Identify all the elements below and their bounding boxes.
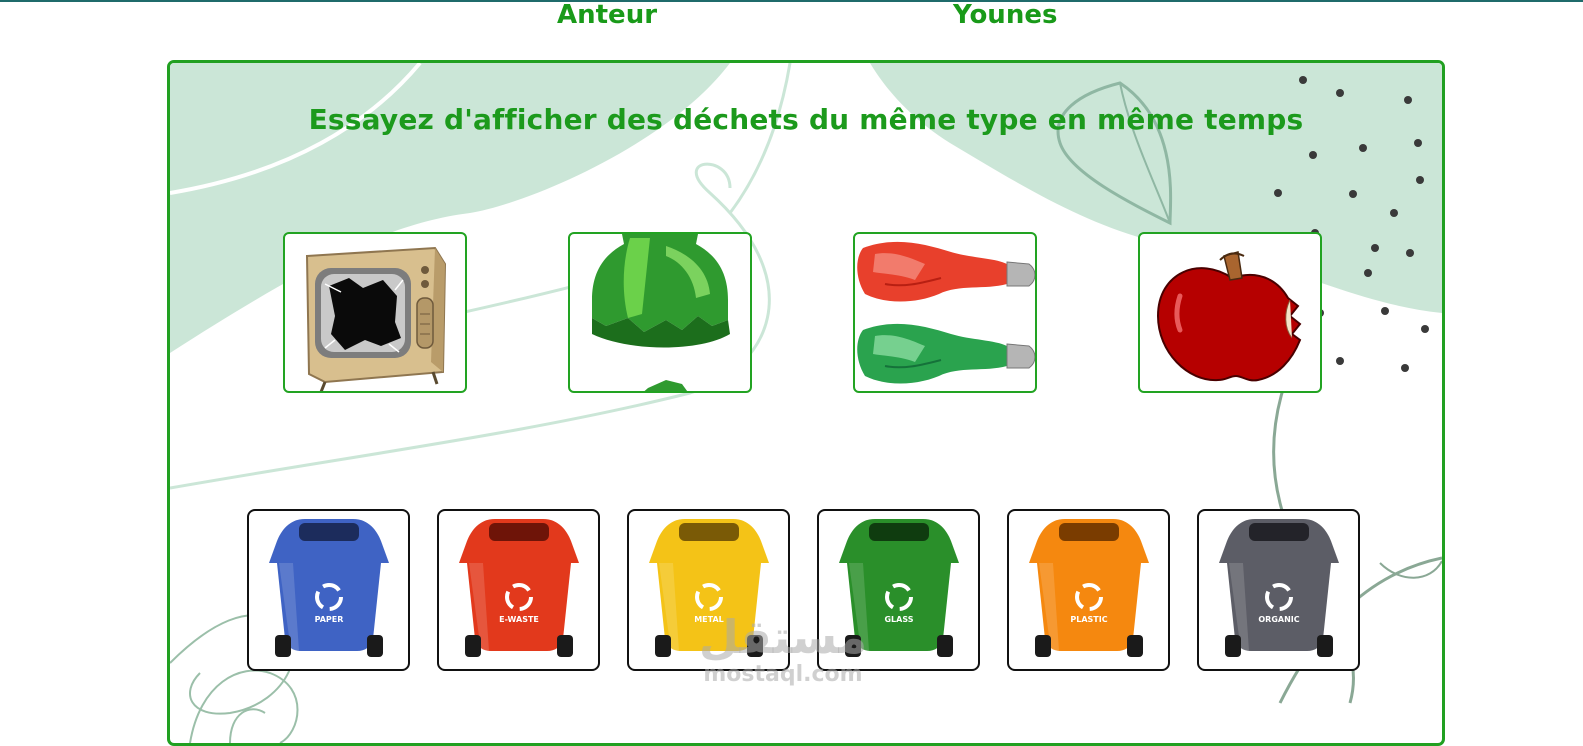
top-divider [0, 0, 1583, 2]
bin-e-waste[interactable]: E-WASTE [437, 509, 600, 671]
watermark: مستقل mostaql.com [688, 612, 878, 688]
bin-label: PAPER [315, 615, 344, 624]
broken-tv-image [305, 246, 447, 391]
waste-item-broken-tv[interactable] [283, 232, 467, 393]
bin-label: PLASTIC [1070, 615, 1107, 624]
bin-plastic[interactable]: PLASTIC [1007, 509, 1170, 671]
organic-bin-icon: ORGANIC [1219, 519, 1339, 657]
broken-bottle-image [592, 234, 730, 391]
author-name: Younes [953, 0, 1058, 30]
bin-label: ORGANIC [1258, 615, 1299, 624]
paper-bin-icon: PAPER [269, 519, 389, 657]
apple-image [1156, 251, 1302, 382]
bin-label: GLASS [884, 615, 913, 624]
bin-organic[interactable]: ORGANIC [1197, 509, 1360, 671]
bin-label: E-WASTE [499, 615, 539, 624]
watermark-arabic: مستقل [698, 610, 868, 664]
plastic-bin-icon: PLASTIC [1029, 519, 1149, 657]
author-label: Anteur [557, 0, 658, 30]
e-waste-bin-icon: E-WASTE [459, 519, 579, 657]
waste-item-crushed-tubes[interactable] [853, 232, 1037, 393]
instruction-text: Essayez d'afficher des déchets du même t… [308, 103, 1304, 136]
bin-paper[interactable]: PAPER [247, 509, 410, 671]
watermark-latin: mostaql.com [703, 662, 863, 687]
waste-item-apple[interactable] [1138, 232, 1322, 393]
waste-item-broken-bottle[interactable] [568, 232, 752, 393]
crushed-tubes-image [857, 241, 1035, 384]
